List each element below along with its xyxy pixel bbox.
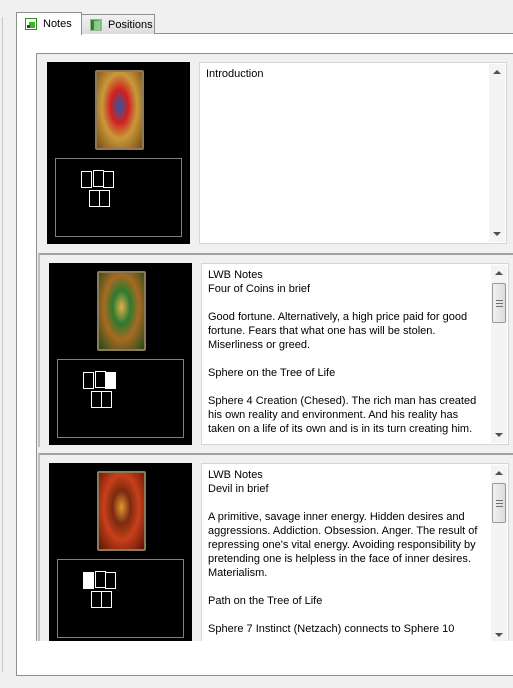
spread-position-3 bbox=[105, 372, 116, 389]
tab-notes[interactable]: Notes bbox=[16, 12, 82, 35]
spread-position-map bbox=[57, 359, 184, 438]
thumb-grip-icon bbox=[496, 506, 503, 507]
positions-icon bbox=[90, 18, 102, 31]
thumb-grip-icon bbox=[496, 300, 503, 301]
thumb-grip-icon bbox=[496, 303, 503, 304]
card-image[interactable] bbox=[97, 271, 146, 351]
notes-scrollbar[interactable] bbox=[489, 64, 505, 242]
spread-position-1 bbox=[81, 171, 92, 188]
spread-position-3 bbox=[105, 572, 116, 589]
spread-position-1 bbox=[83, 372, 94, 389]
notes-icon bbox=[25, 18, 37, 30]
card-preview-box bbox=[49, 263, 192, 445]
spread-position-5 bbox=[99, 190, 110, 207]
scroll-up-icon[interactable] bbox=[495, 271, 503, 275]
window-left-edge bbox=[0, 17, 3, 672]
card-notes-textbox[interactable]: LWB Notes Devil in brief A primitive, sa… bbox=[201, 463, 509, 641]
scroll-thumb[interactable] bbox=[492, 483, 506, 523]
card-note-panel-1: Introduction bbox=[38, 54, 513, 246]
notes-scrollbar[interactable] bbox=[491, 265, 507, 443]
thumb-grip-icon bbox=[496, 500, 503, 501]
spread-position-1 bbox=[83, 572, 94, 589]
scroll-down-icon[interactable] bbox=[495, 633, 503, 637]
card-preview-box bbox=[49, 463, 192, 641]
card-note-panel-2: LWB Notes Four of Coins in brief Good fo… bbox=[38, 253, 513, 447]
spread-position-map bbox=[57, 559, 184, 638]
scroll-down-icon[interactable] bbox=[493, 232, 501, 236]
card-image[interactable] bbox=[95, 70, 144, 150]
card-notes-text: LWB Notes Devil in brief A primitive, sa… bbox=[208, 469, 478, 635]
card-notes-text: Introduction bbox=[206, 68, 264, 80]
scroll-up-icon[interactable] bbox=[495, 471, 503, 475]
card-image[interactable] bbox=[97, 471, 146, 551]
scroll-up-icon[interactable] bbox=[493, 70, 501, 74]
tab-positions-label: Positions bbox=[108, 18, 153, 31]
spread-position-3 bbox=[103, 171, 114, 188]
spread-position-map bbox=[55, 158, 182, 237]
card-notes-textbox[interactable]: Introduction bbox=[199, 62, 507, 244]
spread-position-5 bbox=[101, 591, 112, 608]
card-notes-textbox[interactable]: LWB Notes Four of Coins in brief Good fo… bbox=[201, 263, 509, 445]
scroll-down-icon[interactable] bbox=[495, 433, 503, 437]
spread-position-5 bbox=[101, 391, 112, 408]
card-notes-text: LWB Notes Four of Coins in brief Good fo… bbox=[208, 269, 477, 435]
thumb-grip-icon bbox=[496, 306, 503, 307]
card-preview-box bbox=[47, 62, 190, 244]
notes-scroll-area[interactable]: Introduction LWB Notes Four of Coins in … bbox=[36, 53, 513, 641]
tab-notes-label: Notes bbox=[43, 18, 72, 30]
tab-positions[interactable]: Positions bbox=[81, 14, 155, 34]
card-note-panel-3: LWB Notes Devil in brief A primitive, sa… bbox=[38, 453, 513, 641]
scroll-thumb[interactable] bbox=[492, 283, 506, 323]
thumb-grip-icon bbox=[496, 503, 503, 504]
notes-scrollbar[interactable] bbox=[491, 465, 507, 641]
